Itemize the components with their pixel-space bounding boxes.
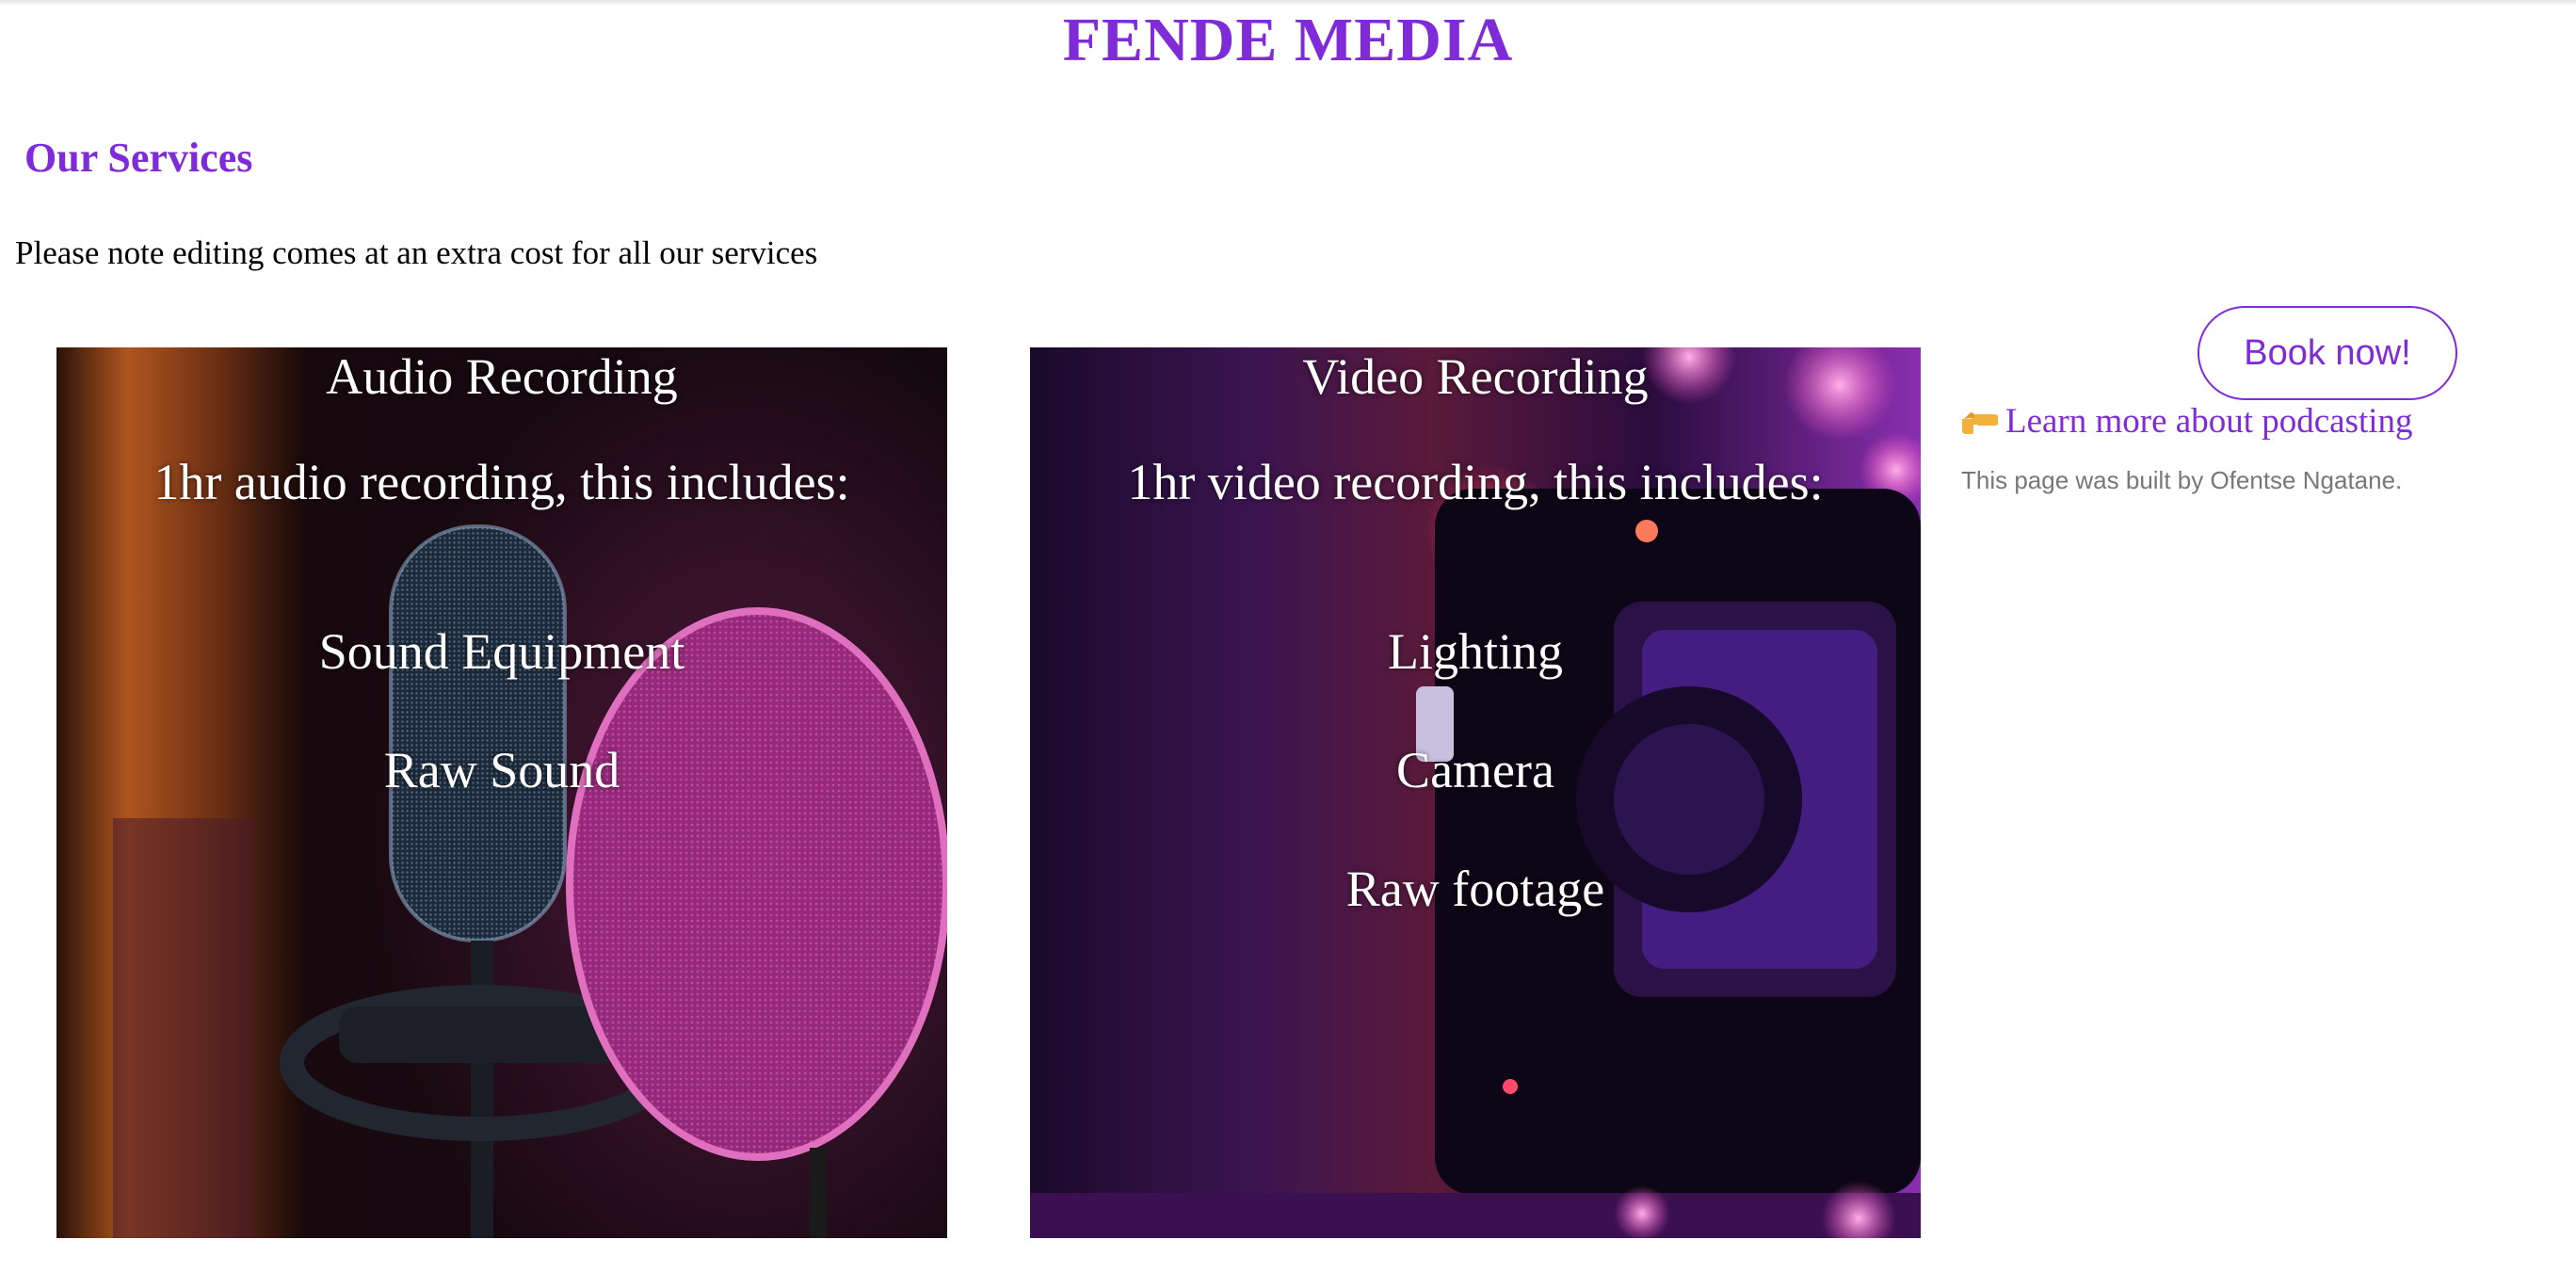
card-item: Sound Equipment [318, 623, 685, 680]
page-credit: This page was built by Ofentse Ngatane. [1961, 466, 2403, 494]
card-title: Video Recording [1302, 348, 1649, 405]
audio-recording-card: Audio Recording 1hr audio recording, thi… [56, 347, 947, 1238]
card-item: Raw Sound [383, 742, 620, 798]
video-recording-card: Video Recording 1hr video recording, thi… [1030, 347, 1921, 1238]
card-subtitle: 1hr audio recording, this includes: [153, 454, 850, 510]
pointing-hand-icon [1962, 412, 1998, 434]
card-item: Raw footage [1345, 861, 1605, 917]
learn-more-link[interactable]: Learn more about podcasting [1960, 399, 2413, 444]
card-item: Lighting [1388, 623, 1563, 680]
services-heading: Our Services [24, 135, 253, 181]
card-subtitle: 1hr video recording, this includes: [1127, 454, 1824, 510]
card-item: Camera [1396, 742, 1554, 798]
book-now-button[interactable]: Book now! [2198, 306, 2457, 400]
editing-note: Please note editing comes at an extra co… [15, 234, 818, 271]
learn-more-label: Learn more about podcasting [2005, 402, 2413, 441]
site-title: FENDE MEDIA [1062, 6, 1514, 74]
card-title: Audio Recording [326, 348, 678, 405]
